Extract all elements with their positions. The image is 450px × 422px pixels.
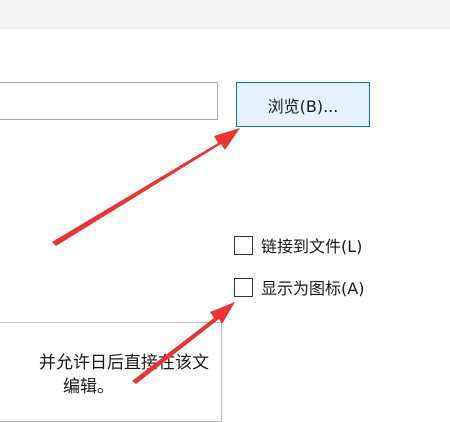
file-path-input[interactable]: [0, 82, 218, 120]
result-text-line-1: 并允许日后直接在该文: [39, 353, 209, 373]
display-as-icon-checkbox[interactable]: [234, 277, 253, 297]
browse-button[interactable]: 浏览(B)...: [236, 82, 370, 127]
dialog-header-band: [0, 0, 450, 29]
result-description-panel: 并允许日后直接在该文 编辑。: [0, 322, 222, 422]
link-to-file-label: 链接到文件(L): [261, 237, 363, 256]
browse-button-label: 浏览(B)...: [267, 96, 339, 116]
display-as-icon-label: 显示为图标(A): [261, 279, 365, 298]
link-to-file-checkbox[interactable]: [234, 235, 253, 255]
display-as-icon-option[interactable]: 显示为图标(A): [234, 274, 364, 300]
link-to-file-option[interactable]: 链接到文件(L): [234, 232, 362, 258]
arrow-to-browse-button: [52, 128, 240, 246]
result-text-line-2: 编辑。: [63, 377, 114, 397]
